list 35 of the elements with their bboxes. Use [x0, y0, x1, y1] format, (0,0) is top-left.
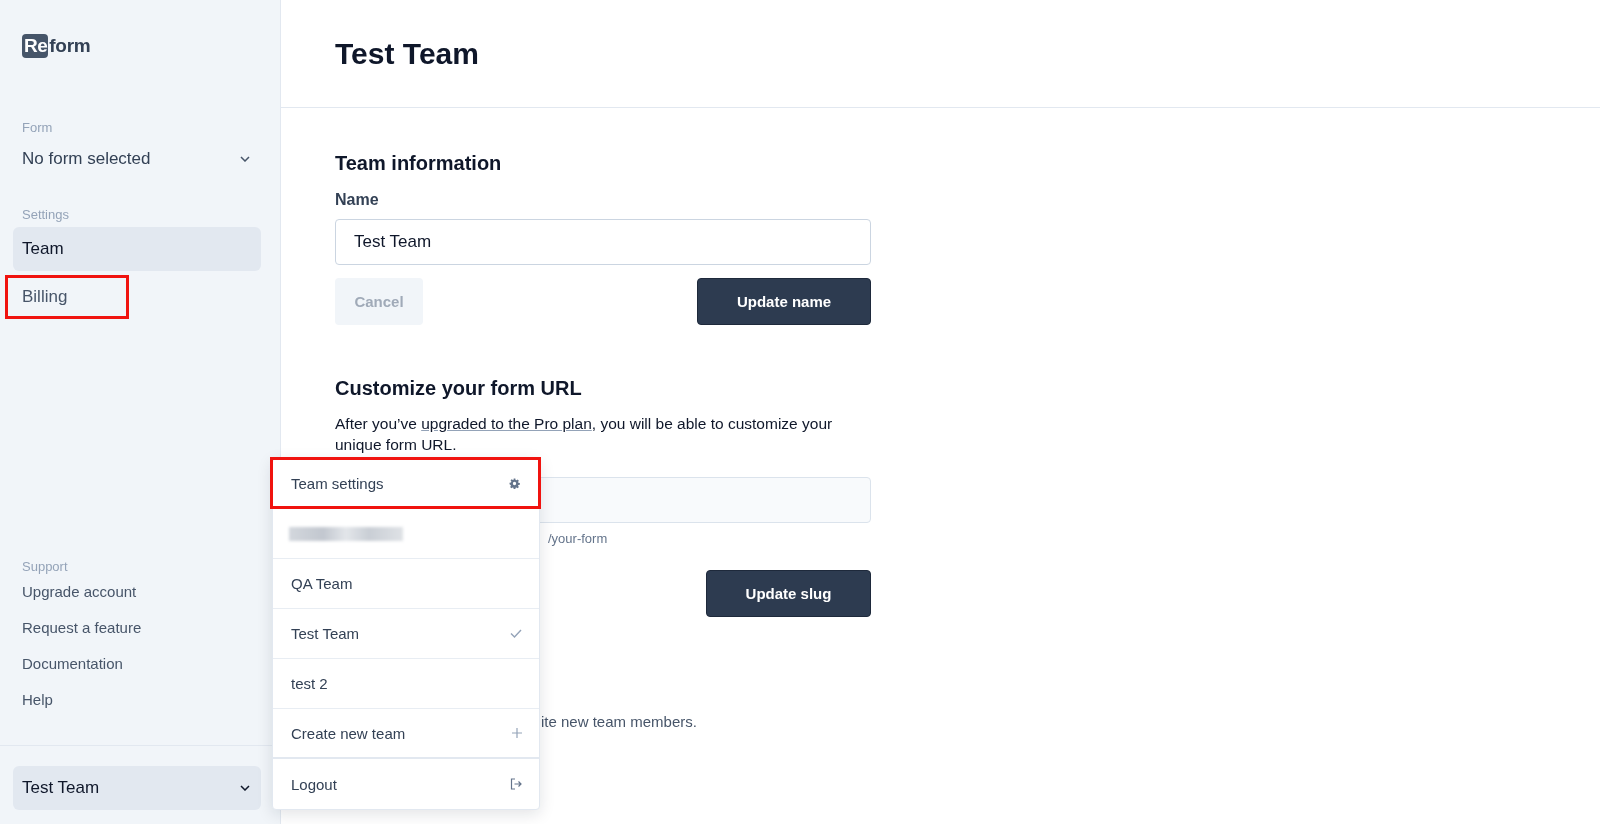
section-heading: Form	[22, 120, 54, 135]
support-link[interactable]: Upgrade account	[22, 574, 137, 610]
support-link[interactable]: Help	[22, 682, 53, 718]
logo-text: form	[49, 35, 91, 57]
support-link[interactable]: Documentation	[22, 646, 123, 682]
form-select[interactable]: No form selected	[22, 147, 250, 171]
menu-item[interactable]: QA Team	[273, 559, 539, 609]
sidebar-item[interactable]: Billing	[5, 275, 129, 319]
hint-text: /your-form	[548, 531, 609, 546]
menu-item[interactable]: Team settings	[270, 457, 541, 509]
section-title: Team information	[335, 152, 503, 175]
team-select[interactable]: Test Team	[13, 766, 261, 810]
menu-item[interactable]: test 2	[273, 659, 539, 709]
section-heading: Settings	[22, 207, 70, 222]
menu-item[interactable]: Create new team	[273, 709, 539, 759]
settings-icon	[509, 477, 520, 489]
sidebar-item[interactable]: Team	[13, 227, 261, 271]
section-heading: Support	[22, 559, 69, 574]
field-label: Name	[335, 191, 380, 209]
name-field[interactable]: Test Team	[335, 219, 871, 265]
page-title: Test Team	[335, 36, 479, 71]
chevron-down-icon	[240, 785, 250, 791]
description-text: After you’ve upgraded to the Pro plan, you will be able to customize your unique form URL.	[335, 414, 834, 455]
chevron-down-icon	[240, 156, 250, 162]
logout-icon	[510, 778, 522, 790]
plus-icon	[512, 728, 522, 738]
upgrade-link[interactable]: upgraded to the Pro plan	[421, 415, 592, 432]
update-name-button[interactable]: Update name	[697, 278, 871, 325]
menu-item[interactable]: Test Team	[273, 609, 539, 659]
members-text: ite new team members.	[541, 713, 698, 730]
section-title: Customize your form URL	[335, 377, 583, 400]
menu-item[interactable]: Logout	[273, 759, 539, 809]
support-link[interactable]: Request a feature	[22, 610, 142, 646]
logo-mark: Re	[22, 34, 49, 58]
update-slug-button[interactable]: Update slug	[706, 570, 871, 617]
